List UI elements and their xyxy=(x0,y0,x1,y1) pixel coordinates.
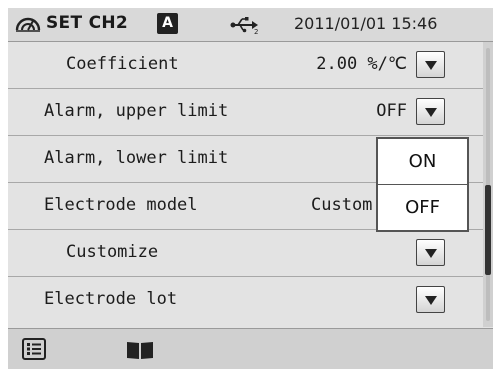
setting-label: Electrode lot xyxy=(44,289,178,309)
chevron-down-icon xyxy=(425,61,437,70)
setting-label: Electrode model xyxy=(44,195,198,215)
chevron-down-icon xyxy=(425,249,437,258)
alarm-lower-options-popup: ON OFF xyxy=(376,137,469,232)
datetime-display: 2011/01/01 15:46 xyxy=(294,14,438,33)
option-on[interactable]: ON xyxy=(378,139,467,184)
setting-label: Coefficient xyxy=(66,54,179,74)
usb-icon: 2 xyxy=(230,15,260,39)
setting-row-electrode-lot[interactable]: Electrode lot xyxy=(8,277,483,324)
list-scrollbar[interactable] xyxy=(483,42,493,327)
bottom-toolbar xyxy=(8,328,493,369)
setting-label: Alarm, lower limit xyxy=(44,148,229,168)
setting-row-alarm-upper[interactable]: Alarm, upper limit OFF xyxy=(8,89,483,136)
setting-row-coefficient[interactable]: Coefficient 2.00 %/℃ xyxy=(8,42,483,89)
setting-value: OFF xyxy=(376,101,407,121)
alarm-upper-dropdown-button[interactable] xyxy=(416,98,445,125)
setting-row-customize[interactable]: Customize xyxy=(8,230,483,277)
setting-label: Customize xyxy=(66,242,159,262)
svg-text:2: 2 xyxy=(254,28,258,35)
option-off[interactable]: OFF xyxy=(378,185,467,230)
sensor-icon xyxy=(14,14,42,38)
customize-dropdown-button[interactable] xyxy=(416,239,445,266)
setting-value: 2.00 %/℃ xyxy=(316,54,407,74)
device-screen: SET CH2 A 2 2011/01/01 15:46 Coefficient… xyxy=(8,8,493,369)
setting-label: Alarm, upper limit xyxy=(44,101,229,121)
coefficient-dropdown-button[interactable] xyxy=(416,51,445,78)
setting-value: Custom xyxy=(311,195,373,215)
chevron-down-icon xyxy=(425,108,437,117)
channel-mode-badge: A xyxy=(157,13,178,34)
chevron-down-icon xyxy=(425,296,437,305)
menu-list-icon[interactable] xyxy=(22,338,46,364)
electrode-lot-dropdown-button[interactable] xyxy=(416,286,445,313)
screen-title: SET CH2 xyxy=(46,13,129,33)
scrollbar-thumb[interactable] xyxy=(485,185,491,275)
manual-book-icon[interactable] xyxy=(126,340,154,364)
status-header: SET CH2 A 2 2011/01/01 15:46 xyxy=(8,8,493,42)
